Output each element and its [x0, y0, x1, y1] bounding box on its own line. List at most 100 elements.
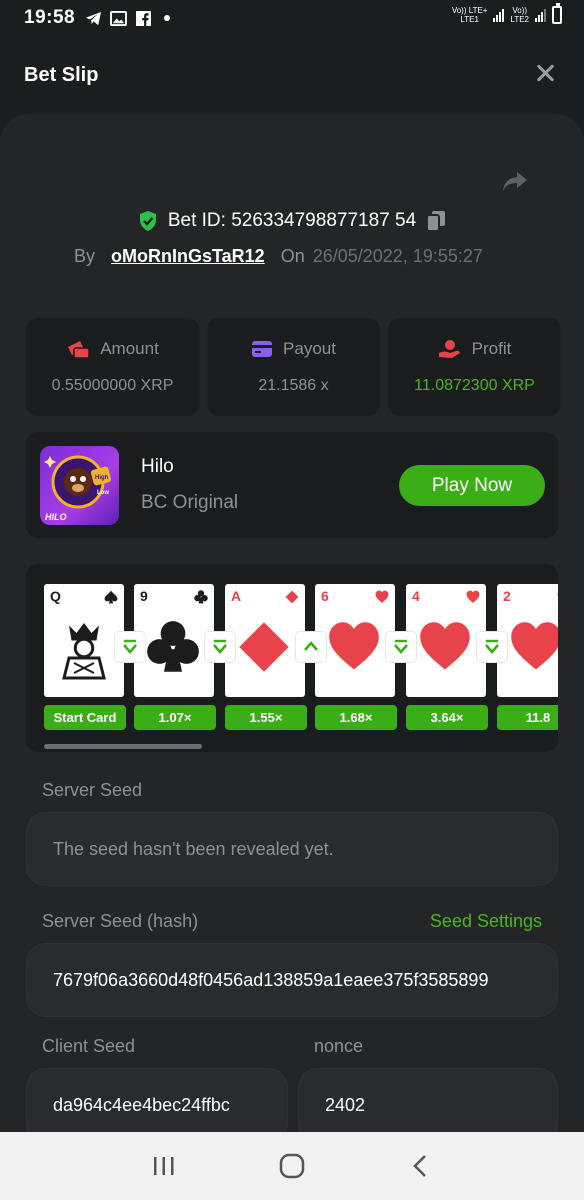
username-link[interactable]: oMoRnInGsTaR12 [111, 246, 265, 267]
back-icon [413, 1155, 426, 1177]
playing-card: 9 [134, 584, 214, 697]
hand-coin-icon [438, 340, 460, 358]
play-now-button[interactable]: Play Now [399, 465, 545, 506]
bet-id: Bet ID: 526334798877187 54 [167, 210, 417, 231]
guess-up-indicator [296, 632, 326, 662]
server-seed-field[interactable]: The seed hasn't been revealed yet. [26, 812, 558, 886]
server-seed-hash-field[interactable]: 7679f06a3660d48f0456ad138859a1eaee375f35… [26, 943, 558, 1017]
card-rank: 4 [412, 588, 420, 604]
payout-value: 21.1586 x [258, 377, 329, 394]
game-card: High Low HILO Hilo BC Original Play Now [26, 432, 558, 538]
profit-value: 11.0872300 XRP [414, 377, 535, 394]
chevron-down-icon [394, 639, 408, 654]
chevron-down-icon [213, 639, 227, 654]
guess-down-indicator [386, 632, 416, 662]
back-button[interactable] [400, 1146, 440, 1186]
amount-label: Amount [100, 339, 159, 358]
server-seed-label: Server Seed [42, 780, 143, 800]
telegram-icon [86, 11, 102, 25]
signal-2-icon [535, 8, 546, 22]
heart-large-icon [511, 622, 558, 670]
guess-down-indicator [477, 632, 507, 662]
battery-icon [552, 3, 562, 24]
guess-down-indicator [205, 632, 235, 662]
signal-1-icon [493, 8, 505, 22]
status-time: 19:58 [24, 7, 76, 28]
horizontal-scrollbar[interactable] [44, 744, 202, 749]
card-icon [252, 341, 273, 357]
profit-label: Profit [471, 339, 512, 358]
chevron-down-icon [123, 639, 137, 654]
client-seed-field[interactable]: da964c4ee4bec24ffbc [26, 1068, 288, 1132]
chevron-up-icon [304, 641, 318, 651]
recent-apps-button[interactable] [144, 1146, 184, 1186]
multiplier-badge: Start Card [44, 705, 126, 730]
svg-text:High: High [95, 475, 109, 481]
hilo-logo-icon: High Low HILO [44, 455, 112, 522]
multiplier-badge: 1.07× [134, 705, 216, 730]
amount-card: Amount 0.55000000 XRP [26, 318, 199, 416]
heart-large-icon [420, 622, 470, 670]
club-large-icon [147, 621, 199, 672]
multiplier-badge: 11.8 [497, 705, 558, 730]
svg-text:HILO: HILO [45, 512, 67, 522]
shield-check-icon [139, 211, 156, 231]
svg-text:Low: Low [97, 490, 109, 496]
payout-label: Payout [283, 339, 336, 358]
spade-icon [104, 590, 118, 604]
system-navigation-bar [0, 1132, 584, 1200]
card-history-item: 9 1.07× [134, 584, 216, 730]
heart-icon [375, 590, 389, 603]
gallery-icon [110, 10, 128, 26]
page-title: Bet Slip [24, 63, 99, 86]
playing-card: 6 [315, 584, 395, 697]
multiplier-badge: 3.64× [406, 705, 488, 730]
diamond-large-icon [239, 622, 289, 672]
card-rank: 2 [503, 588, 511, 604]
playing-card: 4 [406, 584, 486, 697]
sim2-network: Vo)) LTE2 [510, 6, 529, 24]
card-rank: 9 [140, 588, 148, 604]
status-bar: 19:58 Vo)) LTE+ LTE1 Vo)) LTE2 [0, 0, 584, 36]
recent-apps-icon [154, 1157, 174, 1175]
multiplier-badge: 1.55× [225, 705, 307, 730]
money-icon [68, 341, 90, 359]
card-history-item: 4 3.64× [406, 584, 488, 730]
multiplier-badge: 1.68× [315, 705, 397, 730]
game-subtitle: BC Original [141, 492, 239, 513]
close-button[interactable] [532, 60, 558, 86]
home-button[interactable] [272, 1146, 312, 1186]
playing-card: A [225, 584, 305, 697]
bet-date: 26/05/2022, 19:55:27 [312, 246, 483, 266]
share-icon[interactable] [500, 166, 530, 196]
cards-history-panel[interactable]: Q Start Card 9 1.07× A 1.55× 6 1.68× 4 3.64× 2 11.8 [26, 564, 558, 752]
home-icon [279, 1153, 305, 1179]
heart-large-icon [329, 622, 379, 670]
by-label: By [74, 246, 96, 266]
playing-card: Q [44, 584, 124, 697]
queen-figure-icon [62, 623, 106, 680]
card-rank: 6 [321, 588, 329, 604]
profit-card: Profit 11.0872300 XRP [388, 318, 561, 416]
bet-id-row: Bet ID: 526334798877187 54 [0, 210, 584, 232]
card-rank: Q [50, 588, 61, 604]
bet-owner-row: By oMoRnInGsTaR12 On 26/05/2022, 19:55:2… [74, 246, 483, 267]
guess-down-indicator [115, 632, 145, 662]
heart-icon [557, 592, 558, 597]
client-seed-label: Client Seed [42, 1036, 136, 1056]
copy-icon[interactable] [426, 210, 446, 232]
bet-slip-sheet: Bet ID: 526334798877187 54 By oMoRnInGsT… [0, 114, 584, 1132]
amount-value: 0.55000000 XRP [51, 377, 174, 394]
nonce-field[interactable]: 2402 [298, 1068, 558, 1132]
club-icon [194, 590, 208, 604]
facebook-icon [136, 10, 152, 26]
payout-card: Payout 21.1586 x [207, 318, 380, 416]
card-rank: A [231, 588, 242, 604]
status-right: Vo)) LTE+ LTE1 Vo)) LTE2 [451, 3, 562, 24]
hilo-game-thumbnail[interactable]: High Low HILO [40, 446, 119, 525]
bet-slip-header: Bet Slip [0, 36, 584, 114]
stat-cards: Amount 0.55000000 XRP Payout 21.1586 x P… [26, 318, 561, 416]
seed-settings-link[interactable]: Seed Settings [430, 911, 542, 932]
diamond-icon [285, 590, 299, 604]
sim1-network: Vo)) LTE+ LTE1 [451, 6, 488, 24]
